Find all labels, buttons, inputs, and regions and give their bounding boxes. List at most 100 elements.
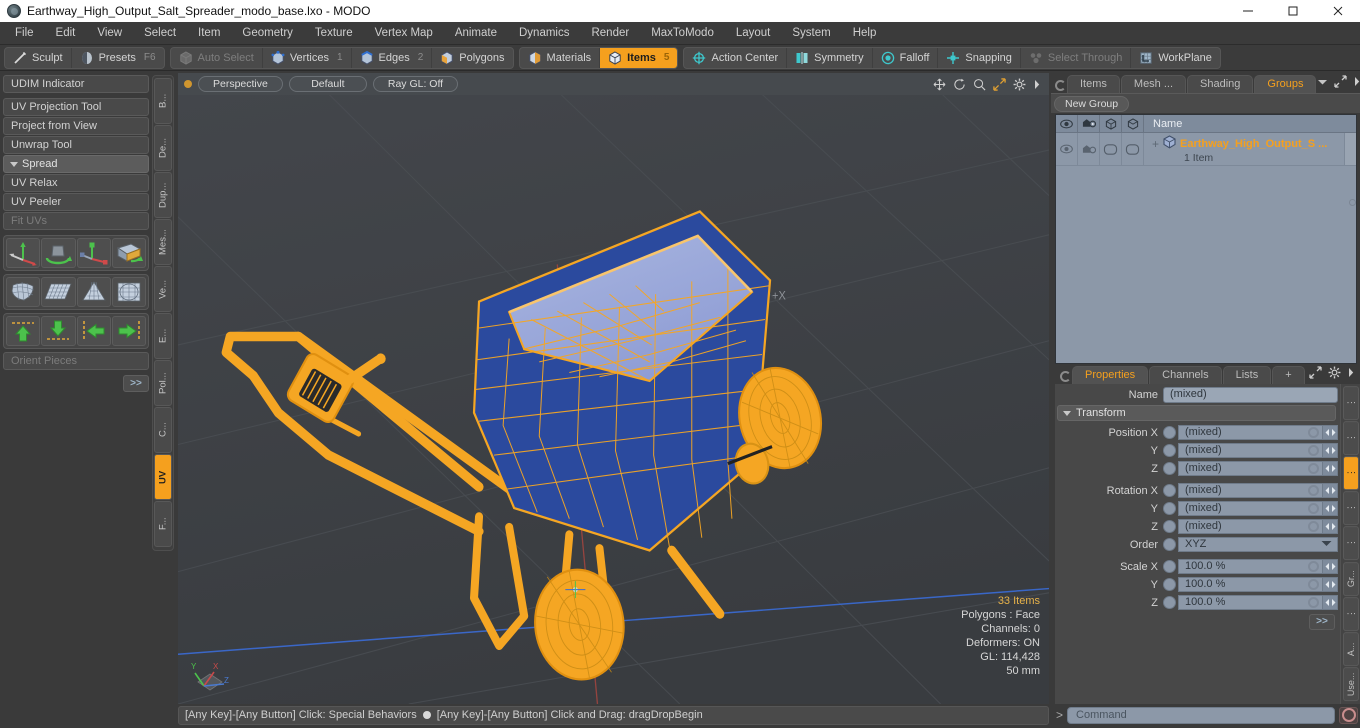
properties-vtab-7[interactable]: A... bbox=[1342, 631, 1359, 666]
menu-item-maxtomodo[interactable]: MaxToModo bbox=[640, 22, 725, 45]
menu-item-vertex-map[interactable]: Vertex Map bbox=[364, 22, 444, 45]
viewport-3d-canvas[interactable]: +X 33 Items Polygons: Face Channels: 0 … bbox=[178, 95, 1049, 704]
tool-uv-projection-tool[interactable]: UV Projection Tool bbox=[3, 98, 149, 116]
uv-grid-plane-icon[interactable] bbox=[41, 277, 76, 307]
menu-item-view[interactable]: View bbox=[86, 22, 133, 45]
falloff-button[interactable]: Falloff bbox=[873, 47, 939, 68]
left-vtab-f[interactable]: F... bbox=[154, 501, 172, 547]
tab-[interactable]: + bbox=[1272, 366, 1305, 384]
left-vtab-dup[interactable]: Dup... bbox=[154, 172, 172, 218]
menu-item-file[interactable]: File bbox=[4, 22, 45, 45]
action-center-button[interactable]: Action Center bbox=[684, 47, 788, 68]
property-channel-toggle[interactable] bbox=[1163, 560, 1176, 573]
polygons-button[interactable]: Polygons bbox=[432, 48, 512, 68]
property-spinner[interactable] bbox=[1323, 519, 1338, 534]
chevron-right-icon[interactable] bbox=[1347, 367, 1355, 381]
property-mini-dial[interactable] bbox=[1308, 445, 1319, 456]
property-value-field[interactable]: (mixed) bbox=[1178, 483, 1323, 498]
tool-unwrap-tool[interactable]: Unwrap Tool bbox=[3, 136, 149, 154]
property-spinner[interactable] bbox=[1323, 425, 1338, 440]
panel-menu-icon[interactable] bbox=[1055, 77, 1066, 93]
new-group-button[interactable]: New Group bbox=[1054, 95, 1130, 112]
tab-items[interactable]: Items bbox=[1067, 75, 1120, 93]
row-render-icon[interactable] bbox=[1078, 133, 1100, 165]
property-value-field[interactable]: (mixed) bbox=[1178, 501, 1323, 516]
close-icon[interactable] bbox=[1315, 0, 1360, 22]
property-spinner[interactable] bbox=[1323, 461, 1338, 476]
property-channel-toggle[interactable] bbox=[1163, 426, 1176, 439]
property-value-field[interactable]: 100.0 % bbox=[1178, 559, 1323, 574]
menu-item-geometry[interactable]: Geometry bbox=[231, 22, 304, 45]
viewport-shading-selector[interactable]: Default bbox=[288, 76, 367, 92]
menu-item-render[interactable]: Render bbox=[580, 22, 640, 45]
tool-udim-indicator[interactable]: UDIM Indicator bbox=[3, 75, 149, 93]
command-input[interactable]: Command bbox=[1067, 706, 1335, 724]
tab-lists[interactable]: Lists bbox=[1222, 366, 1272, 384]
properties-vtab-2[interactable]: ⋮ bbox=[1342, 456, 1359, 491]
left-panel-more-button[interactable]: >> bbox=[123, 375, 149, 392]
menu-item-dynamics[interactable]: Dynamics bbox=[508, 22, 580, 45]
chevron-right-icon[interactable] bbox=[1353, 76, 1360, 90]
tool-project-from-view[interactable]: Project from View bbox=[3, 117, 149, 135]
property-mini-dial[interactable] bbox=[1308, 503, 1319, 514]
render-icon[interactable] bbox=[1078, 115, 1100, 132]
gear-icon[interactable] bbox=[1328, 366, 1341, 382]
property-value-field[interactable]: XYZ bbox=[1178, 537, 1338, 552]
tab-mesh[interactable]: Mesh ... bbox=[1120, 75, 1187, 93]
uv-cone-unwrap-icon[interactable] bbox=[76, 277, 111, 307]
row-shaded-toggle[interactable] bbox=[1100, 133, 1122, 165]
property-value-field[interactable]: 100.0 % bbox=[1178, 577, 1323, 592]
uv-unwrap-sphere-icon[interactable] bbox=[6, 277, 41, 307]
left-vtab-c[interactable]: C... bbox=[154, 407, 172, 453]
minimize-icon[interactable] bbox=[1225, 0, 1270, 22]
property-value-field[interactable]: (mixed) bbox=[1178, 519, 1323, 534]
properties-vtab-1[interactable]: ⋮ bbox=[1342, 421, 1359, 456]
viewport-projection-selector[interactable]: Perspective bbox=[198, 76, 283, 92]
menu-item-item[interactable]: Item bbox=[187, 22, 231, 45]
collapse-triangle-icon[interactable] bbox=[10, 161, 18, 167]
name-field[interactable]: (mixed) bbox=[1163, 386, 1338, 403]
left-vtab-pol[interactable]: Pol... bbox=[154, 360, 172, 406]
properties-vtab-5[interactable]: Gr... bbox=[1342, 561, 1359, 596]
eye-icon[interactable] bbox=[1056, 115, 1078, 132]
property-mini-dial[interactable] bbox=[1308, 561, 1319, 572]
property-channel-toggle[interactable] bbox=[1163, 520, 1176, 533]
property-channel-toggle[interactable] bbox=[1163, 462, 1176, 475]
expand-icon[interactable] bbox=[1309, 366, 1322, 382]
properties-vtab-3[interactable]: ⋮ bbox=[1342, 491, 1359, 526]
property-mini-dial[interactable] bbox=[1308, 521, 1319, 532]
expand-icon[interactable] bbox=[1334, 75, 1348, 91]
tab-properties[interactable]: Properties bbox=[1072, 366, 1149, 384]
tab-shading[interactable]: Shading bbox=[1187, 75, 1254, 93]
uv-rotate-gizmo-icon[interactable] bbox=[41, 238, 76, 268]
rotate-icon[interactable] bbox=[953, 78, 966, 91]
property-channel-toggle[interactable] bbox=[1163, 484, 1176, 497]
tree-empty-area[interactable] bbox=[1056, 166, 1356, 363]
presets-button[interactable]: Presets F6 bbox=[72, 48, 164, 68]
property-mini-dial[interactable] bbox=[1308, 597, 1319, 608]
property-channel-toggle[interactable] bbox=[1163, 502, 1176, 515]
menu-item-help[interactable]: Help bbox=[842, 22, 888, 45]
align-left-icon[interactable] bbox=[76, 316, 111, 346]
left-vtab-de[interactable]: De... bbox=[154, 125, 172, 171]
materials-button[interactable]: Materials bbox=[520, 47, 601, 68]
menu-item-edit[interactable]: Edit bbox=[45, 22, 87, 45]
auto-select-button[interactable]: Auto Select bbox=[171, 47, 263, 68]
property-mini-dial[interactable] bbox=[1308, 427, 1319, 438]
panel-menu-icon[interactable] bbox=[1059, 368, 1071, 384]
property-mini-dial[interactable] bbox=[1308, 485, 1319, 496]
tab-channels[interactable]: Channels bbox=[1149, 366, 1222, 384]
uv-move-gizmo-icon[interactable] bbox=[6, 238, 41, 268]
tree-scrollbar[interactable] bbox=[1344, 133, 1356, 206]
workplane-button[interactable]: WorkPlane bbox=[1131, 48, 1220, 68]
tool-orient-pieces[interactable]: Orient Pieces bbox=[3, 352, 149, 370]
property-value-field[interactable]: (mixed) bbox=[1178, 461, 1323, 476]
property-spinner[interactable] bbox=[1323, 559, 1338, 574]
transform-group-header[interactable]: Transform bbox=[1057, 405, 1336, 421]
symmetry-button[interactable]: Symmetry bbox=[787, 47, 873, 68]
fullscreen-icon[interactable] bbox=[993, 77, 1006, 91]
viewport-raygl-selector[interactable]: Ray GL: Off bbox=[372, 76, 459, 92]
properties-vtab-4[interactable]: ⋮ bbox=[1342, 526, 1359, 561]
uv-flip-icon[interactable] bbox=[111, 238, 146, 268]
tool-uv-peeler[interactable]: UV Peeler bbox=[3, 193, 149, 211]
